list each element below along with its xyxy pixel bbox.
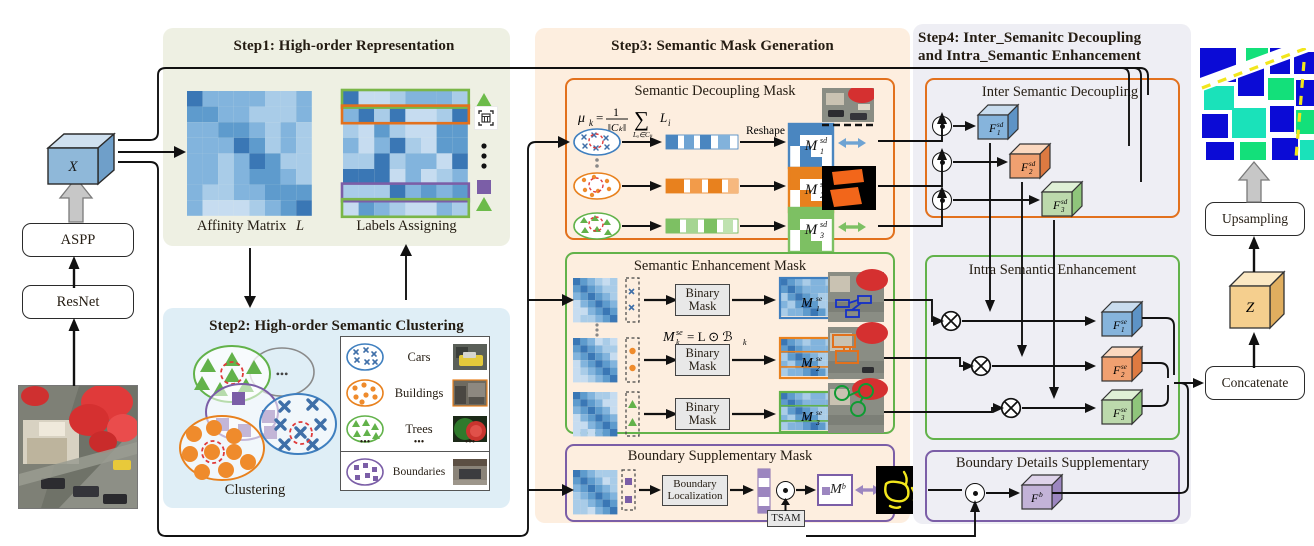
arrowhead-x-affinity: [174, 146, 186, 158]
connector-wires: [118, 67, 1204, 537]
arrowhead-to-step3-se: [562, 294, 574, 306]
arrowhead-affinity-cluster: [244, 296, 256, 308]
arrowhead-to-step3-b: [562, 484, 574, 496]
arrowhead-to-step3-sd: [558, 136, 570, 148]
arrowhead-cluster-labels: [400, 244, 412, 256]
